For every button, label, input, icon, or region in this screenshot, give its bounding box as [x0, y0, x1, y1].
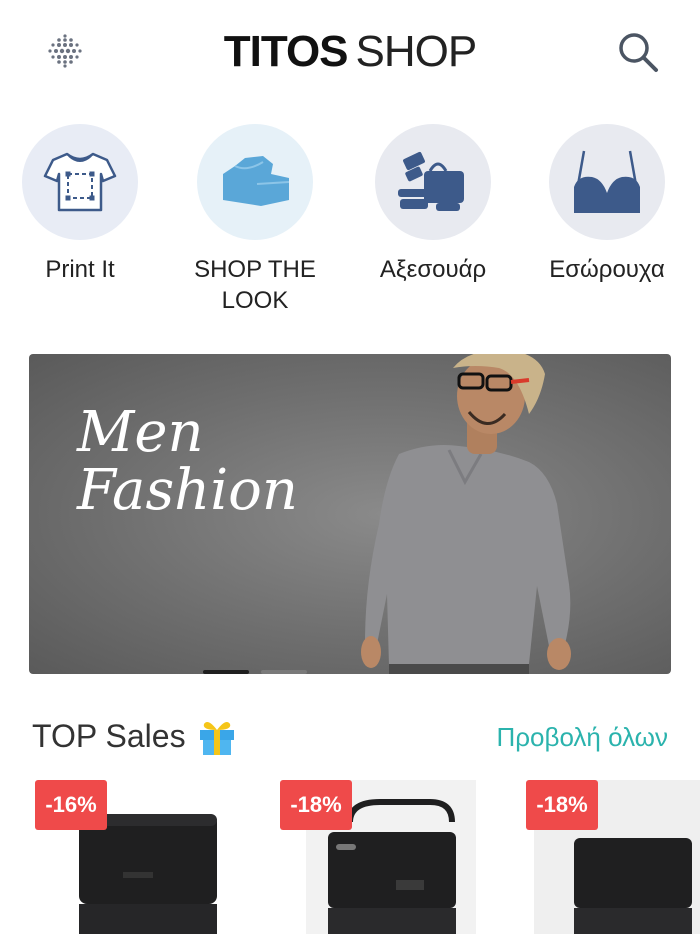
top-sales-heading: TOP Sales: [32, 716, 236, 756]
banner-title-line2: Fashion: [77, 458, 298, 523]
carousel-indicator-active[interactable]: [203, 670, 249, 674]
banner-title-line1: Men: [77, 400, 204, 465]
search-icon[interactable]: [614, 28, 662, 76]
tshirt-print-icon: [43, 152, 117, 212]
category-print-it[interactable]: Print It: [0, 124, 165, 285]
gift-icon: [199, 722, 234, 755]
category-label: Εσώρουχα: [549, 256, 665, 283]
category-underwear[interactable]: Εσώρουχα: [522, 124, 692, 285]
top-sales-carousel: -16% -18% -18%: [0, 780, 700, 934]
category-circle: [22, 124, 138, 240]
discount-badge: -16%: [35, 780, 107, 830]
category-circle: [197, 124, 313, 240]
view-all-link[interactable]: Προβολή όλων: [496, 722, 668, 753]
discount-badge: -18%: [526, 780, 598, 830]
product-card[interactable]: -16%: [35, 780, 235, 934]
logo-bold-text: TITOS: [223, 27, 349, 76]
discount-badge: -18%: [280, 780, 352, 830]
category-circle: [549, 124, 665, 240]
category-strip: Print It SHOP THE LOOK Αξεσουάρ Εσώρουχα: [0, 124, 700, 324]
banner-title: Men Fashion: [77, 404, 298, 520]
bra-icon: [574, 150, 640, 213]
category-label: SHOP THE LOOK: [194, 256, 316, 314]
carousel-indicator[interactable]: [261, 670, 307, 674]
shop-logo[interactable]: TITOS SHOP: [0, 26, 700, 78]
logo-light-text: SHOP: [355, 27, 478, 76]
product-card[interactable]: -18%: [526, 780, 700, 934]
category-label: Print It: [45, 256, 115, 283]
category-accessories[interactable]: Αξεσουάρ: [348, 124, 518, 285]
category-circle: [375, 124, 491, 240]
category-label: Αξεσουάρ: [379, 256, 487, 283]
product-card[interactable]: -18%: [280, 780, 476, 934]
accessories-icon: [398, 151, 464, 211]
category-shop-the-look[interactable]: SHOP THE LOOK: [170, 124, 340, 316]
hero-banner[interactable]: Men Fashion: [29, 354, 671, 674]
top-sales-title: TOP Sales: [32, 718, 186, 754]
app-header: TITOS SHOP: [0, 0, 700, 100]
clothes-stack-icon: [223, 156, 290, 206]
